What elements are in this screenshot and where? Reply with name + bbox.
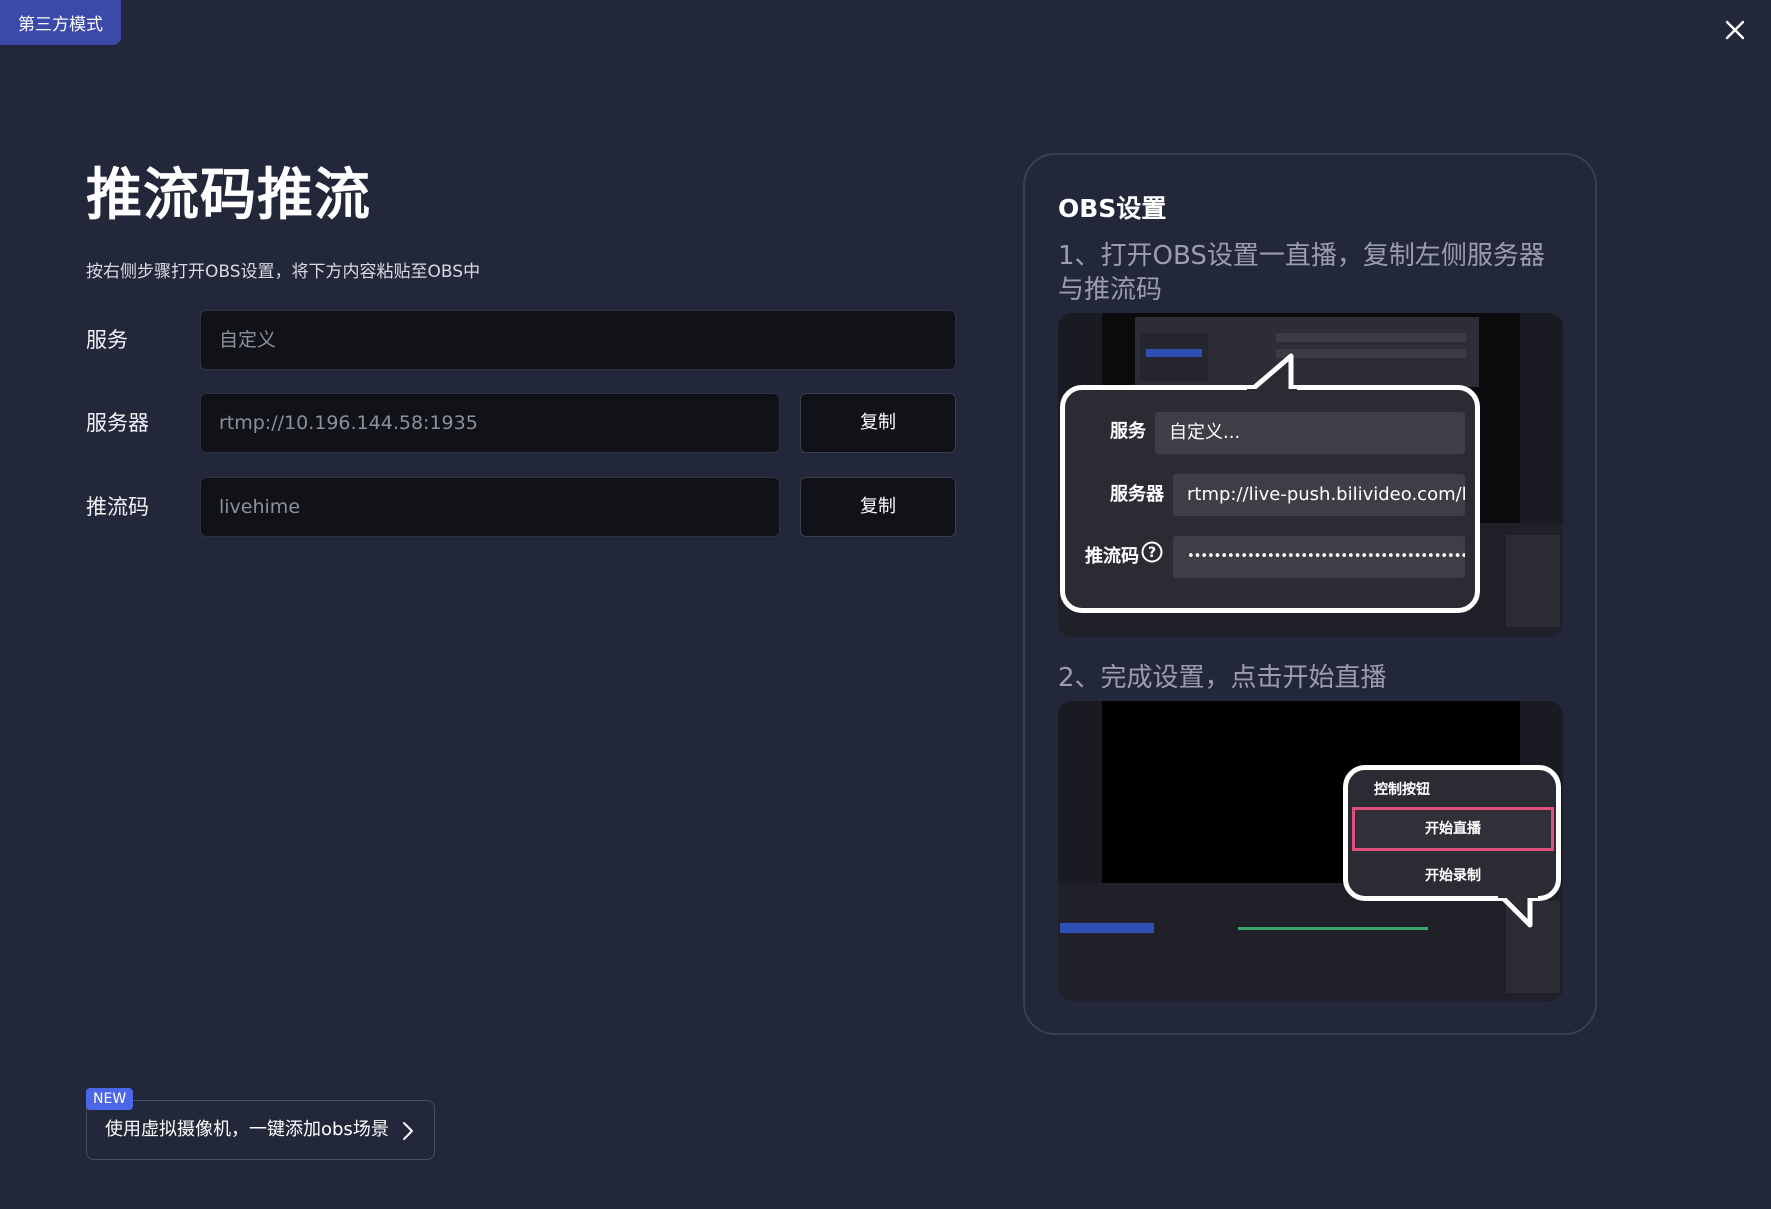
callout-server-value: rtmp://live-push.bilivideo.com/live- bbox=[1173, 474, 1465, 516]
guide-title: OBS设置 bbox=[1058, 194, 1167, 223]
callout-service-label: 服务 bbox=[1110, 421, 1146, 442]
service-label: 服务 bbox=[86, 328, 128, 352]
obs-guide-panel: OBS设置 1、打开OBS设置一直播，复制左侧服务器与推流码 服务 自定义...… bbox=[1023, 153, 1597, 1035]
callout-pointer bbox=[1247, 353, 1297, 393]
callout-service-value: 自定义... bbox=[1155, 412, 1465, 454]
start-record-label: 开始录制 bbox=[1425, 868, 1481, 884]
server-row: 服务器 rtmp://10.196.144.58:1935 复制 bbox=[86, 393, 956, 453]
obs-settings-screenshot: 服务 自定义... 服务器 rtmp://live-push.bilivideo… bbox=[1058, 313, 1563, 637]
callout-server-label: 服务器 bbox=[1110, 484, 1164, 505]
virtual-camera-button[interactable]: 使用虚拟摄像机，一键添加obs场景 bbox=[86, 1100, 435, 1160]
copy-server-button[interactable]: 复制 bbox=[800, 393, 956, 453]
close-button[interactable] bbox=[1721, 16, 1749, 44]
guide-step-1: 1、打开OBS设置一直播，复制左侧服务器与推流码 bbox=[1058, 241, 1545, 305]
stream-key-label: 推流码 bbox=[86, 495, 149, 519]
chevron-right-icon bbox=[403, 1122, 413, 1140]
page-title: 推流码推流 bbox=[86, 163, 371, 228]
stream-key-row: 推流码 livehime 复制 bbox=[86, 477, 956, 537]
callout-key-label: 推流码 bbox=[1085, 546, 1139, 567]
obs-settings-callout: 服务 自定义... 服务器 rtmp://live-push.bilivideo… bbox=[1060, 353, 1480, 613]
mode-badge: 第三方模式 bbox=[0, 0, 121, 45]
stream-key-field[interactable]: livehime bbox=[200, 477, 780, 537]
controls-callout: 控制按钮 开始直播 开始录制 bbox=[1343, 765, 1561, 928]
page-subtitle: 按右侧步骤打开OBS设置，将下方内容粘贴至OBS中 bbox=[86, 262, 481, 282]
server-label: 服务器 bbox=[86, 411, 149, 435]
new-badge: NEW bbox=[86, 1088, 134, 1110]
service-field[interactable]: 自定义 bbox=[200, 310, 956, 370]
service-row: 服务 自定义 bbox=[86, 310, 956, 370]
help-icon: ? bbox=[1141, 541, 1163, 563]
obs-controls-screenshot: 控制按钮 开始直播 开始录制 bbox=[1058, 701, 1563, 1001]
start-stream-highlight: 开始直播 bbox=[1352, 807, 1554, 851]
close-icon bbox=[1725, 20, 1745, 40]
server-field[interactable]: rtmp://10.196.144.58:1935 bbox=[200, 393, 780, 453]
svg-text:?: ? bbox=[1148, 545, 1156, 561]
virtual-camera-label: 使用虚拟摄像机，一键添加obs场景 bbox=[105, 1119, 389, 1140]
guide-step-2: 2、完成设置，点击开始直播 bbox=[1058, 663, 1387, 693]
controls-title: 控制按钮 bbox=[1374, 782, 1430, 798]
copy-stream-key-button[interactable]: 复制 bbox=[800, 477, 956, 537]
callout-pointer bbox=[1498, 895, 1538, 928]
callout-key-value: ••••••••••••••••••••••••••••••••••••••••… bbox=[1173, 536, 1465, 578]
